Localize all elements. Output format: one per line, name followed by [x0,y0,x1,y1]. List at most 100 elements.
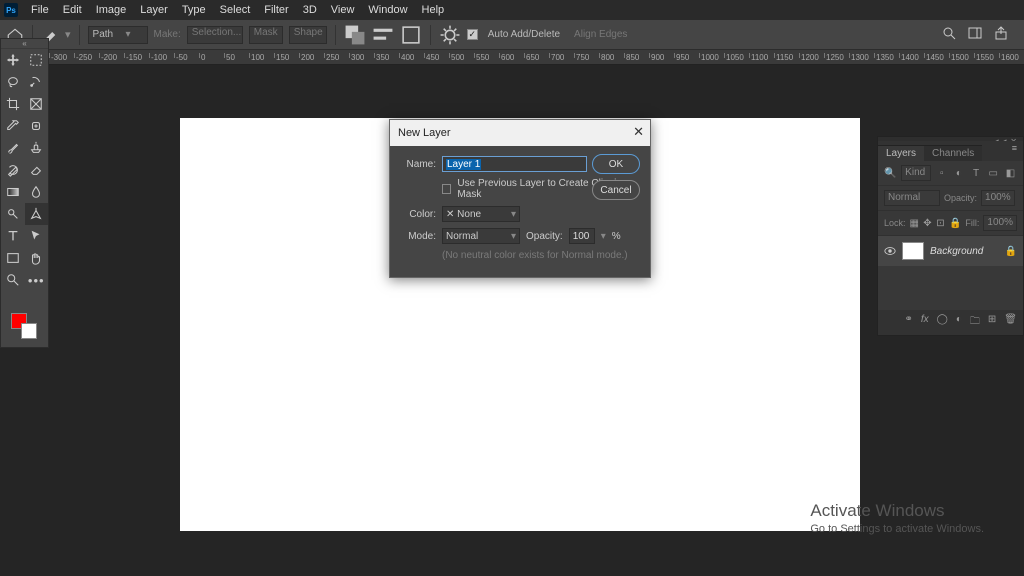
menu-file[interactable]: File [24,4,56,16]
layer-kind-select[interactable]: Kind [901,165,931,181]
menu-3d[interactable]: 3D [296,4,324,16]
path-mode-select[interactable]: Path▾ [88,26,148,44]
color-label: Color: [400,209,436,220]
mode-select[interactable]: Normal▾ [442,228,520,244]
tools-panel: « ••• [0,38,49,348]
adjustment-icon[interactable]: ◐ [956,314,962,331]
path-arrange-icon[interactable] [400,25,422,45]
filter-type-icon[interactable]: T [970,166,983,180]
history-brush-tool[interactable] [1,159,25,181]
quick-select-tool[interactable] [25,71,49,93]
menu-filter[interactable]: Filter [257,4,295,16]
filter-smart-icon[interactable]: ◧ [1004,166,1017,180]
blur-tool[interactable] [25,181,49,203]
horizontal-ruler: -300-250-200-150-100-5005010015020025030… [49,50,1024,65]
edit-toolbar[interactable] [1,291,25,313]
menu-edit[interactable]: Edit [56,4,89,16]
mask-icon[interactable]: ◯ [937,314,948,331]
clone-stamp-tool[interactable] [25,137,49,159]
selection-button[interactable]: Selection... [187,26,243,44]
panel-menu-icon[interactable]: ≡ [1012,143,1017,153]
delete-layer-icon[interactable]: 🗑 [1004,314,1017,331]
gear-icon[interactable] [439,25,461,45]
opacity-unit: % [612,231,621,242]
lock-artboard-icon[interactable]: ⊡ [936,216,945,230]
clipping-mask-checkbox[interactable] [442,184,451,194]
menu-view[interactable]: View [324,4,362,16]
lock-icon[interactable]: 🔒 [1005,246,1017,257]
lasso-tool[interactable] [1,71,25,93]
menu-type[interactable]: Type [175,4,213,16]
lock-all-icon[interactable]: 🔒 [949,216,961,230]
move-tool[interactable] [1,49,25,71]
dodge-tool[interactable] [1,203,25,225]
lock-label: Lock: [884,218,906,228]
menu-layer[interactable]: Layer [133,4,175,16]
menu-select[interactable]: Select [213,4,258,16]
brush-tool[interactable] [1,137,25,159]
layers-panel-footer: ⚭ fx ◯ ◐ 🗀 ⊞ 🗑 [878,310,1023,335]
ok-button[interactable]: OK [592,154,640,174]
frame-tool[interactable] [25,93,49,115]
mode-label: Mode: [400,231,436,242]
layer-row-background[interactable]: Background 🔒 [878,236,1023,266]
close-icon[interactable]: ✕ [633,124,644,140]
shape-button[interactable]: Shape [289,26,327,44]
menu-help[interactable]: Help [415,4,452,16]
dialog-title: New Layer [398,127,451,139]
menu-window[interactable]: Window [361,4,414,16]
neutral-hint: (No neutral color exists for Normal mode… [442,250,628,261]
opacity-input[interactable] [569,228,595,244]
layer-name[interactable]: Background [930,246,999,257]
auto-add-checkbox[interactable]: ✓ [467,29,478,40]
lock-pixels-icon[interactable]: ▦ [910,216,919,230]
healing-tool[interactable] [25,115,49,137]
layer-fill-input[interactable]: 100% [983,215,1017,231]
layer-opacity-input[interactable]: 100% [981,190,1015,206]
tab-channels[interactable]: Channels [924,145,982,161]
share-icon[interactable] [994,26,1008,43]
filter-pixel-icon[interactable]: ▫ [935,166,948,180]
menu-image[interactable]: Image [89,4,134,16]
group-icon[interactable]: 🗀 [970,314,980,331]
watermark-title: Activate Windows [810,500,984,522]
filter-shape-icon[interactable]: ▭ [987,166,1000,180]
search-icon[interactable]: 🔍 [884,166,897,180]
fx-icon[interactable]: fx [921,314,929,331]
color-select[interactable]: ✕ None▾ [442,206,520,222]
eraser-tool[interactable] [25,159,49,181]
hand-tool[interactable] [25,247,49,269]
marquee-tool[interactable] [25,49,49,71]
toolbar-collapse[interactable]: « [1,39,48,49]
fill-label: Fill: [965,218,979,228]
mask-button[interactable]: Mask [249,26,283,44]
path-ops-icon[interactable] [344,25,366,45]
blend-mode-select[interactable]: Normal [884,190,940,206]
path-select-tool[interactable] [25,225,49,247]
background-color[interactable] [21,323,37,339]
link-layers-icon[interactable]: ⚭ [904,314,912,331]
name-input[interactable]: Layer 1 [442,156,587,172]
filter-adjust-icon[interactable]: ◐ [952,166,965,180]
layer-thumbnail[interactable] [902,242,924,260]
dialog-titlebar[interactable]: New Layer ✕ [390,120,650,146]
lock-position-icon[interactable]: ✥ [923,216,932,230]
zoom-tool[interactable] [1,269,25,291]
workspace-icon[interactable] [968,26,982,43]
new-layer-icon[interactable]: ⊞ [988,314,996,331]
pen-tool[interactable] [25,203,49,225]
eyedropper-tool[interactable] [1,115,25,137]
gradient-tool[interactable] [1,181,25,203]
tab-layers[interactable]: Layers [878,145,924,161]
rectangle-tool[interactable] [1,247,25,269]
cancel-button[interactable]: Cancel [592,180,640,200]
color-swatches[interactable] [1,313,48,347]
more-tools[interactable]: ••• [25,269,49,291]
layers-panel: ◄◄ ✕ Layers Channels ≡ 🔍 Kind ▫ ◐ T ▭ ◧ … [877,136,1024,336]
opacity-label: Opacity: [944,193,977,203]
search-icon[interactable] [942,26,956,43]
crop-tool[interactable] [1,93,25,115]
type-tool[interactable] [1,225,25,247]
visibility-icon[interactable] [884,245,896,257]
path-align-icon[interactable] [372,25,394,45]
